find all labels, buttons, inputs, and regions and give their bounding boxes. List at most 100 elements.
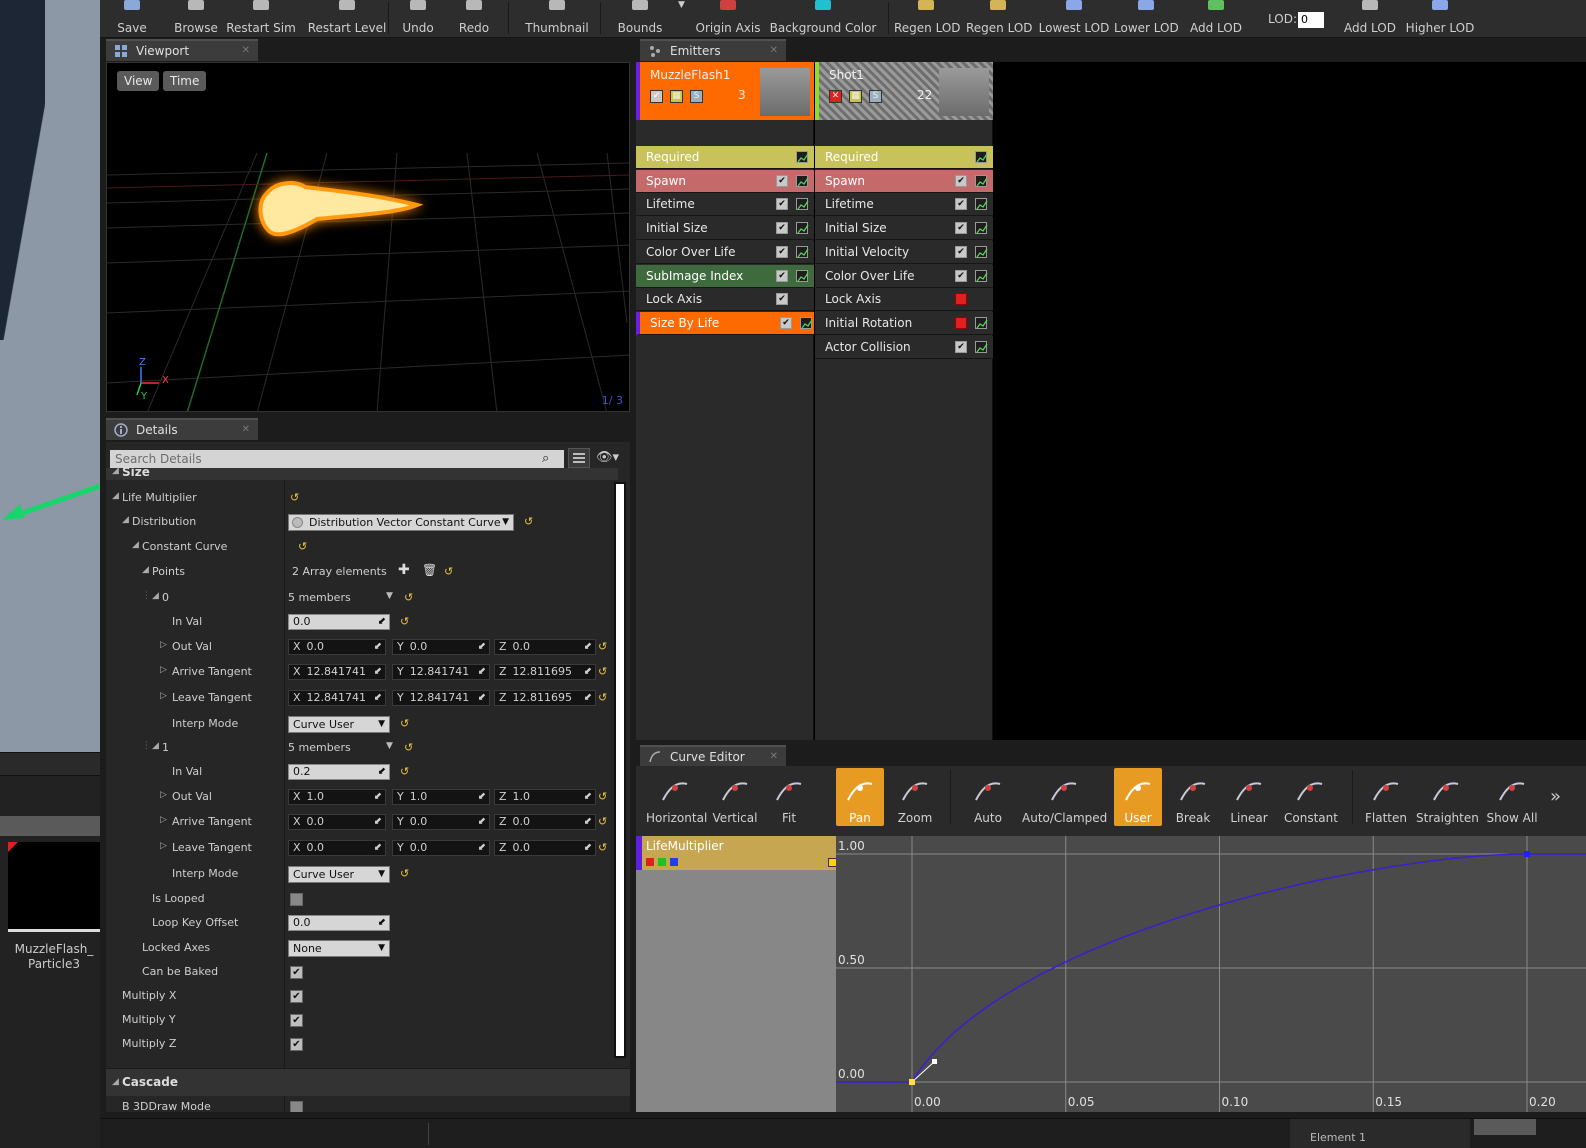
drag-icon[interactable]: ⬋ [374, 640, 382, 654]
reset-icon[interactable]: ↺ [524, 515, 533, 528]
lower-lod-button[interactable]: Lower LOD [1114, 0, 1179, 38]
prop-p1-interp-mode[interactable]: Interp Mode Curve User ▼ ↺ [106, 862, 618, 887]
drag-icon[interactable]: ⬋ [374, 665, 382, 679]
locked-axes-dropdown[interactable]: None ▼ [288, 940, 390, 957]
leave-x-field[interactable]: X 12.841741 ⬋ [288, 690, 386, 706]
module-enabled-checkbox[interactable]: ✔ [776, 245, 788, 258]
background-color-button[interactable]: Background Color [768, 0, 878, 38]
reset-icon[interactable]: ↺ [298, 540, 307, 553]
module-enabled-checkbox[interactable]: ✔ [955, 340, 967, 353]
close-icon[interactable]: ✕ [242, 420, 250, 440]
origin-axis-button[interactable]: Origin Axis [692, 0, 764, 38]
curve-track-lifemultiplier[interactable]: LifeMultiplier [636, 836, 837, 870]
curve-graph-icon[interactable] [975, 222, 988, 235]
curve-graph-icon[interactable] [975, 245, 988, 258]
curve-graph-svg[interactable]: 0.00 0.05 0.10 0.15 0.20 1.00 0.50 0.00 [836, 836, 1586, 1112]
add-lod-button[interactable]: Add LOD [1342, 0, 1398, 38]
constant-button[interactable]: Constant [1284, 768, 1338, 826]
module-enabled-checkbox[interactable]: ✔ [955, 245, 967, 258]
module-actor-collision[interactable]: Actor Collision ✔ [815, 335, 993, 359]
prop-constant-curve[interactable]: ◢ Constant Curve ↺ [106, 535, 618, 560]
section-cascade-header[interactable]: ◢ Cascade [106, 1068, 630, 1096]
bounds-dropdown-icon[interactable]: ▼ [678, 0, 685, 10]
prop-locked-axes[interactable]: Locked Axes None ▼ [106, 936, 618, 961]
save-button[interactable]: Save [104, 0, 160, 38]
drag-icon[interactable]: ⬋ [374, 790, 382, 804]
drag-icon[interactable]: ⬋ [478, 691, 486, 705]
close-icon[interactable]: ✕ [770, 747, 778, 767]
regen-lod-button[interactable]: Regen LOD [966, 0, 1033, 38]
auto-button[interactable]: Auto [962, 768, 1014, 826]
restart-level-button[interactable]: Restart Level [304, 0, 390, 38]
prop-p0-out-val[interactable]: ▷ Out Val X 0.0 ⬋ Y 0.0 ⬋ Z 0.0 ⬋ ↺ [106, 635, 618, 660]
vertical-button[interactable]: Vertical [706, 768, 764, 826]
channel-b-toggle[interactable] [670, 858, 678, 866]
tab-emitters[interactable]: Emitters ✕ [640, 39, 786, 61]
reset-icon[interactable]: ↺ [400, 615, 409, 628]
tab-details[interactable]: Details ✕ [106, 418, 258, 440]
prop-p0-interp-mode[interactable]: Interp Mode Curve User ▼ ↺ [106, 712, 618, 737]
module-subimage-index[interactable]: SubImage Index ✔ [636, 264, 814, 288]
prop-p1-in-val[interactable]: In Val 0.2 ⬋ ↺ [106, 760, 618, 785]
arrive-x-field[interactable]: X 12.841741 ⬋ [288, 664, 386, 680]
b3d-draw-mode-checkbox[interactable] [290, 1101, 303, 1112]
interp-mode-dropdown[interactable]: Curve User ▼ [288, 716, 390, 733]
module-enabled-checkbox[interactable]: ✔ [776, 174, 788, 187]
out-val-y-field[interactable]: Y 1.0 ⬋ [392, 789, 490, 805]
prop-can-be-baked[interactable]: Can be Baked ✔ [106, 960, 618, 985]
curve-graph-icon[interactable] [975, 316, 988, 329]
is-looped-checkbox[interactable] [290, 893, 303, 906]
prop-multiply-x[interactable]: Multiply X ✔ [106, 984, 618, 1009]
prop-p1-leave-tangent[interactable]: ▷ Leave Tangent X 0.0 ⬋ Y 0.0 ⬋ Z 0.0 ⬋ ↺ [106, 836, 618, 861]
curve-graph-icon[interactable] [796, 174, 809, 187]
view-options-button[interactable] [568, 448, 590, 468]
prop-multiply-z[interactable]: Multiply Z ✔ [106, 1032, 618, 1057]
prop-point-0[interactable]: ⋮ ◢ 0 5 members ▼ ↺ [106, 586, 618, 611]
prop-distribution[interactable]: ◢ Distribution Distribution Vector Consta… [106, 510, 618, 535]
module-lifetime[interactable]: Lifetime ✔ [636, 193, 814, 217]
prop-point-1[interactable]: ⋮ ◢ 1 5 members ▼ ↺ [106, 736, 618, 761]
chevron-down-icon[interactable]: ▼ [386, 741, 393, 751]
drag-icon[interactable]: ⬋ [374, 841, 382, 855]
leave-z-field[interactable]: Z 0.0 ⬋ [494, 840, 596, 856]
prop-loop-key-offset[interactable]: Loop Key Offset 0.0 ⬋ [106, 911, 618, 936]
distribution-dropdown[interactable]: Distribution Vector Constant Curve ▼ [288, 514, 514, 531]
drag-icon[interactable]: ⬋ [478, 815, 486, 829]
emitter-s-toggle[interactable]: S [690, 90, 703, 103]
browse-button[interactable]: Browse [168, 0, 224, 38]
drag-icon[interactable]: ⬋ [374, 691, 382, 705]
module-initial-rotation[interactable]: Initial Rotation [815, 311, 993, 335]
add-element-icon[interactable]: ✚ [398, 562, 410, 578]
tab-viewport[interactable]: Viewport ✕ [106, 39, 258, 61]
reset-icon[interactable]: ↺ [598, 815, 607, 828]
asset-label[interactable]: MuzzleFlash_ Particle3 [0, 942, 108, 972]
prop-p0-leave-tangent[interactable]: ▷ Leave Tangent X 12.841741 ⬋ Y 12.841741 ⬋ Z… [106, 686, 618, 711]
module-enabled-checkbox[interactable]: ✔ [776, 222, 788, 235]
bounds-button[interactable]: Bounds [612, 0, 668, 38]
in-val-field[interactable]: 0.2 ⬋ [288, 764, 390, 780]
emitter-s-toggle[interactable]: S [869, 90, 882, 103]
drag-icon[interactable]: ⬋ [374, 815, 382, 829]
module-initial-size[interactable]: Initial Size ✔ [815, 217, 993, 241]
pan-button[interactable]: Pan [836, 768, 884, 826]
emitter-header-muzzleflash1[interactable]: MuzzleFlash1 ✔ ▦ S 3 [636, 62, 814, 120]
interp-mode-dropdown[interactable]: Curve User ▼ [288, 866, 390, 883]
fit-button[interactable]: Fit [766, 768, 812, 826]
curve-graph-icon[interactable] [975, 174, 988, 187]
drag-icon[interactable]: ⬋ [478, 665, 486, 679]
module-required[interactable]: Required [815, 146, 993, 169]
module-enabled-checkbox[interactable]: ✔ [955, 269, 967, 282]
module-lifetime[interactable]: Lifetime ✔ [815, 193, 993, 217]
out-val-x-field[interactable]: X 0.0 ⬋ [288, 639, 386, 655]
curve-graph-icon[interactable] [975, 269, 988, 282]
curve-graph-icon[interactable] [796, 151, 809, 163]
loop-key-offset-field[interactable]: 0.0 ⬋ [288, 915, 390, 931]
curve-graph[interactable]: 0.00 0.05 0.10 0.15 0.20 1.00 0.50 0.00 [836, 836, 1586, 1112]
module-disabled-icon[interactable] [955, 316, 967, 329]
undo-button[interactable]: Undo [394, 0, 442, 38]
particle-viewport[interactable]: View Time Z X Y 1/ 3 [106, 62, 630, 412]
module-disabled-icon[interactable] [955, 293, 967, 306]
leave-y-field[interactable]: Y 12.841741 ⬋ [392, 690, 490, 706]
module-lock-axis[interactable]: Lock Axis ✔ [636, 288, 814, 312]
auto-clamped-button[interactable]: Auto/Clamped [1022, 768, 1107, 826]
